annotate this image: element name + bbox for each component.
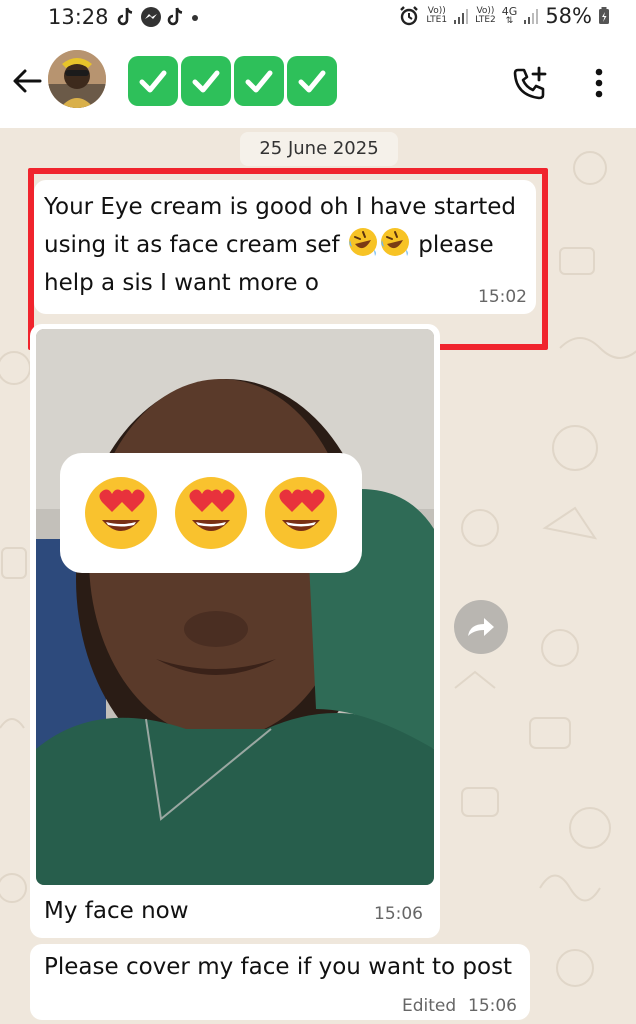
sim1-label: LTE1: [426, 15, 448, 25]
chat-header: [0, 36, 636, 128]
image-caption: My face now: [44, 898, 189, 924]
tiktok-icon: [167, 7, 183, 26]
sim1-indicator: Vo)) LTE1: [426, 7, 447, 25]
status-bar: 13:28 Vo)) LTE1 Vo)) LTE2 4G ⇅ 58%: [0, 0, 636, 36]
system-status: Vo)) LTE1 Vo)) LTE2 4G ⇅ 58%: [398, 4, 610, 28]
message-text: Please cover my face if you want to post: [44, 954, 513, 980]
sim2-label: LTE2: [475, 15, 496, 25]
heart-eyes-emoji: [175, 477, 247, 549]
forward-icon: [468, 618, 494, 636]
message-time: 15:06: [374, 904, 423, 924]
check-mark-button-emoji: [234, 56, 284, 106]
battery-icon: [599, 7, 609, 24]
heart-eyes-emoji: [85, 477, 157, 549]
avatar[interactable]: [48, 50, 106, 108]
more-vertical-icon[interactable]: [584, 64, 614, 104]
notification-icons: [116, 6, 200, 28]
heart-eyes-emoji: [265, 477, 337, 549]
sim2-indicator: Vo)) LTE2: [475, 7, 496, 25]
status-time: 13:28: [48, 5, 109, 29]
tiktok-icon: [117, 7, 133, 26]
contact-name[interactable]: [128, 56, 337, 106]
selfie-photo[interactable]: [36, 329, 434, 885]
forward-button[interactable]: [454, 600, 508, 654]
arrow-left-icon[interactable]: [10, 64, 44, 98]
check-mark-button-emoji: [181, 56, 231, 106]
signal-icon: [454, 9, 469, 24]
highlight-box: [28, 168, 548, 350]
network-type: 4G ⇅: [502, 6, 518, 26]
chat-area[interactable]: 25 June 2025 Your Eye cream is good oh I…: [0, 128, 636, 1024]
avatar-photo: [48, 50, 106, 108]
data-arrows-icon: ⇅: [505, 16, 514, 26]
message-bubble[interactable]: Please cover my face if you want to post…: [30, 944, 530, 1020]
messenger-icon: [141, 7, 161, 27]
photo-content: [36, 329, 434, 885]
signal-icon: [524, 9, 539, 24]
alarm-icon: [400, 6, 419, 26]
edited-label: Edited: [402, 996, 457, 1016]
battery-percent: 58%: [545, 4, 592, 28]
image-message-bubble[interactable]: My face now 15:06: [30, 324, 440, 938]
phone-plus-icon[interactable]: [510, 64, 550, 104]
dot-icon: [192, 15, 198, 21]
check-mark-button-emoji: [287, 56, 337, 106]
message-time: 15:06: [468, 996, 517, 1016]
date-divider: 25 June 2025: [240, 132, 398, 166]
face-cover-sticker: [60, 453, 362, 573]
check-mark-button-emoji: [128, 56, 178, 106]
